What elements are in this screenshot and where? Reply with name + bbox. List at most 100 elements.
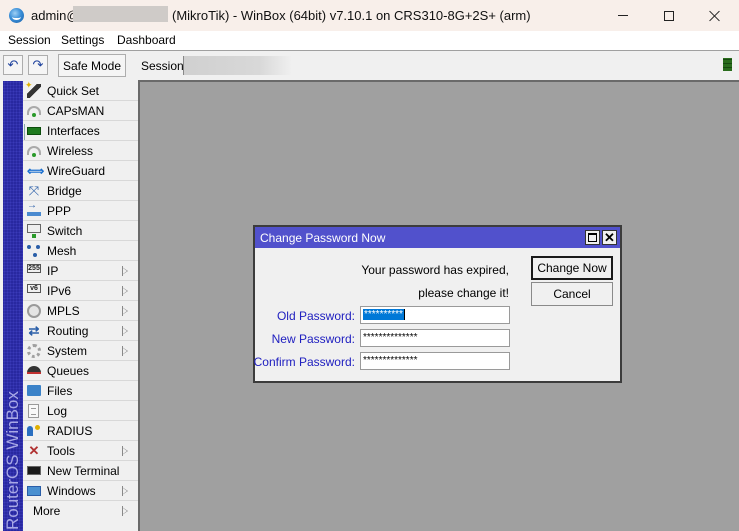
sidebar-item-more[interactable]: More <box>23 501 138 521</box>
redo-button[interactable]: ↷ <box>28 55 48 75</box>
sidebar-item-bridge[interactable]: ⤧ Bridge <box>23 181 138 201</box>
maximize-icon <box>588 233 597 242</box>
old-password-label: Old Password: <box>276 309 355 323</box>
submenu-arrow-icon <box>122 286 128 296</box>
confirm-password-field[interactable]: ************** <box>360 352 510 370</box>
sidebar-item-label: Routing <box>47 324 89 338</box>
minimize-button[interactable] <box>600 0 646 31</box>
sidebar-item-label: Tools <box>47 444 76 458</box>
folder-icon <box>27 385 41 396</box>
sidebar-item-label: IPv6 <box>47 284 72 298</box>
sidebar-item-queues[interactable]: Queues <box>23 361 138 381</box>
windows-icon <box>27 486 41 496</box>
confirm-password-value: ************** <box>363 355 418 366</box>
sidebar-brand-text: RouterOS WinBox <box>3 391 22 530</box>
close-button[interactable] <box>692 0 738 31</box>
sidebar-item-label: MPLS <box>47 304 80 318</box>
sidebar-item-windows[interactable]: Windows <box>23 481 138 501</box>
sidebar-item-label: New Terminal <box>47 464 120 478</box>
old-password-field[interactable]: ********** <box>360 306 510 324</box>
redo-icon: ↷ <box>32 57 44 72</box>
undo-icon: ↶ <box>7 57 19 72</box>
mpls-icon <box>27 304 41 318</box>
sidebar-item-label: RADIUS <box>47 424 93 438</box>
antenna-icon <box>27 106 41 117</box>
sidebar-item-log[interactable]: Log <box>23 401 138 421</box>
sidebar-item-ppp[interactable]: PPP <box>23 200 138 221</box>
menu-session[interactable]: Session <box>8 33 51 47</box>
sidebar-item-routing[interactable]: ⇄ Routing <box>23 321 138 341</box>
confirm-password-label: Confirm Password: <box>253 355 355 369</box>
submenu-arrow-icon <box>122 346 128 356</box>
submenu-arrow-icon <box>122 326 128 336</box>
ipv6-icon: v6 <box>27 284 41 293</box>
sidebar-item-label: Mesh <box>47 244 77 258</box>
sidebar-item-label: Bridge <box>47 184 82 198</box>
dialog-title: Change Password Now <box>260 231 386 245</box>
dialog-close-button[interactable]: ✕ <box>602 230 617 245</box>
wand-icon <box>25 80 41 98</box>
sidebar-item-new-terminal[interactable]: New Terminal <box>23 461 138 481</box>
sidebar-item-ip[interactable]: 255 IP <box>23 261 138 281</box>
sidebar-item-label: Wireless <box>47 144 94 158</box>
submenu-arrow-icon <box>122 506 128 516</box>
sidebar-item-capsman[interactable]: CAPsMAN <box>23 101 138 121</box>
session-label: Session: <box>141 59 188 73</box>
sidebar-item-tools[interactable]: ✕ Tools <box>23 441 138 461</box>
sidebar-item-quick-set[interactable]: Quick Set <box>23 80 138 101</box>
queues-icon <box>27 366 41 374</box>
change-now-button[interactable]: Change Now <box>531 256 613 280</box>
change-password-dialog: Change Password Now ✕ Your password has … <box>253 225 622 383</box>
minimize-icon <box>618 15 628 16</box>
submenu-arrow-icon <box>122 486 128 496</box>
title-bar: admin@ (MikroTik) - WinBox (64bit) v7.10… <box>0 0 739 31</box>
new-password-value: ************** <box>363 332 418 343</box>
cancel-button[interactable]: Cancel <box>531 282 613 306</box>
toolbar: ↶ ↷ Safe Mode Session: <box>0 52 739 80</box>
maximize-icon <box>664 10 674 21</box>
new-password-label: New Password: <box>271 332 355 346</box>
sidebar-item-label: Switch <box>47 224 83 238</box>
dialog-title-bar[interactable]: Change Password Now ✕ <box>255 227 620 248</box>
sidebar-item-label: CAPsMAN <box>47 104 105 118</box>
session-field[interactable] <box>183 56 291 75</box>
expired-message-line1: Your password has expired, <box>361 263 509 277</box>
sidebar-item-radius[interactable]: RADIUS <box>23 421 138 441</box>
sidebar-item-ipv6[interactable]: v6 IPv6 <box>23 281 138 301</box>
winbox-logo-icon <box>9 8 24 23</box>
sidebar-item-mesh[interactable]: Mesh <box>23 241 138 261</box>
ppp-icon <box>27 200 41 216</box>
sidebar-item-system[interactable]: System <box>23 341 138 361</box>
old-password-value: ********** <box>363 309 405 320</box>
safe-mode-button[interactable]: Safe Mode <box>58 54 126 77</box>
connection-status-icon <box>723 58 732 71</box>
radius-icon <box>27 424 41 438</box>
sidebar-item-label: Windows <box>47 484 96 498</box>
close-icon: ✕ <box>604 230 615 245</box>
expired-message-line2: please change it! <box>418 286 509 300</box>
sidebar-item-wireguard[interactable]: ⟺ WireGuard <box>23 161 138 181</box>
routing-icon: ⇄ <box>28 323 40 338</box>
sidebar-item-label: Files <box>47 384 73 398</box>
sidebar-item-files[interactable]: Files <box>23 381 138 401</box>
menu-dashboard[interactable]: Dashboard <box>117 33 176 47</box>
ip-icon: 255 <box>27 264 41 273</box>
dialog-maximize-button[interactable] <box>585 230 600 245</box>
maximize-button[interactable] <box>646 0 692 31</box>
menu-settings[interactable]: Settings <box>61 33 104 47</box>
sidebar-item-interfaces[interactable]: Interfaces <box>23 121 138 141</box>
window-title: (MikroTik) - WinBox (64bit) v7.10.1 on C… <box>172 8 531 23</box>
close-icon <box>709 10 721 22</box>
sidebar-item-mpls[interactable]: MPLS <box>23 301 138 321</box>
interface-card-icon <box>24 124 41 140</box>
sidebar-item-label: Queues <box>47 364 90 378</box>
sidebar-item-label: Quick Set <box>47 84 100 98</box>
sidebar-item-label: PPP <box>47 204 72 218</box>
undo-button[interactable]: ↶ <box>3 55 23 75</box>
gear-icon <box>27 344 41 358</box>
terminal-icon <box>27 466 41 475</box>
sidebar: Quick Set CAPsMAN Interfaces Wireless ⟺W… <box>23 80 138 531</box>
sidebar-item-switch[interactable]: Switch <box>23 221 138 241</box>
new-password-field[interactable]: ************** <box>360 329 510 347</box>
sidebar-item-wireless[interactable]: Wireless <box>23 141 138 161</box>
